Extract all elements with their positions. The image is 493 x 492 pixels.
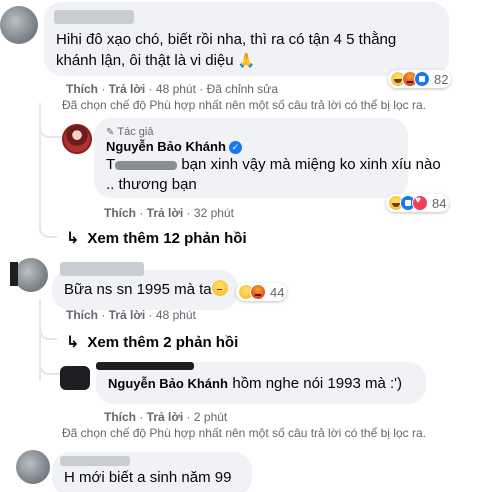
thread-connector (39, 325, 57, 340)
redacted-name (60, 262, 144, 276)
reaction-count: 82 (434, 71, 449, 87)
reply-arrow-icon: ↳ (66, 230, 80, 247)
reply-text-prefix: T (106, 156, 116, 173)
reply-text-line1: bạn xinh vậy mà miệng ko xinh xíu nào (181, 156, 441, 173)
timestamp[interactable]: 32 phút (194, 206, 234, 220)
verified-icon: ✓ (228, 141, 242, 154)
comment-text: H mới biết a sinh năm 99 (64, 469, 232, 486)
view-more-label: Xem thêm 12 phản hồi (87, 229, 247, 247)
comment-bubble: H mới biết a sinh năm 99 (52, 452, 252, 492)
thread-connector (39, 360, 61, 375)
timestamp[interactable]: 48 phút (156, 82, 196, 96)
author-avatar[interactable] (60, 366, 90, 390)
reply-bubble: ✎ Tác giả Nguyễn Bảo Khánh ✓ T bạn xinh v… (94, 118, 441, 198)
view-more-replies[interactable]: ↳ Xem thêm 2 phản hồi (66, 332, 238, 352)
redaction-bar (10, 262, 18, 286)
reply-bubble: Nguyễn Bảo Khánh hồm nghe nói 1993 mà :'… (96, 362, 426, 404)
timestamp[interactable]: 2 phút (194, 410, 227, 424)
reply-text: T bạn xinh vậy mà miệng ko xinh xíu nào … (106, 155, 441, 195)
reply-text: hồm nghe nói 1993 mà :') (232, 375, 402, 392)
author-avatar[interactable] (62, 124, 92, 154)
love-react-icon (412, 195, 428, 211)
view-more-label: Xem thêm 2 phản hồi (87, 333, 239, 351)
avatar[interactable] (16, 450, 50, 484)
thread-connector (39, 220, 57, 238)
author-name[interactable]: Nguyễn Bảo Khánh ✓ (106, 139, 396, 154)
timestamp[interactable]: 48 phút (156, 308, 196, 322)
comment-actions: Thích · Trả lời · 48 phút (66, 308, 196, 322)
filter-note: Đã chọn chế độ Phù hợp nhất nên một số c… (62, 426, 426, 440)
thread-connector (39, 120, 61, 138)
angry-react-icon (250, 284, 266, 300)
like-link[interactable]: Thích (104, 410, 136, 424)
reply-text-line2: .. thương bạn (106, 176, 197, 193)
avatar[interactable] (0, 6, 38, 44)
reply-arrow-icon: ↳ (66, 334, 80, 351)
like-link[interactable]: Thích (66, 82, 98, 96)
comment-actions: Thích · Trả lời · 48 phút · Đã chỉnh sửa (66, 82, 279, 96)
filter-note: Đã chọn chế độ Phù hợp nhất nên một số c… (62, 98, 426, 112)
comment-text: Bữa ns sn 1995 mà ta (64, 280, 228, 300)
thinking-emoji-icon (211, 280, 228, 296)
redacted-name (54, 10, 134, 24)
redaction-bar (96, 362, 194, 370)
reply-link[interactable]: Trả lời (109, 82, 146, 96)
comment-bubble: Bữa ns sn 1995 mà ta (52, 262, 238, 310)
pen-icon: ✎ (106, 126, 115, 138)
author-tag-label: Tác giả (117, 126, 154, 138)
comment-bubble: Hihi đô xạo chó, biết rồi nha, thì ra có… (44, 2, 449, 76)
pray-icon: 🙏 (237, 52, 256, 68)
reply-link[interactable]: Trả lời (147, 410, 184, 424)
like-react-icon (414, 71, 430, 87)
author-name[interactable]: Nguyễn Bảo Khánh (108, 376, 228, 391)
comment-text-body: Bữa ns sn 1995 mà ta (64, 281, 212, 298)
reaction-count: 44 (270, 284, 285, 300)
reply-link[interactable]: Trả lời (147, 206, 184, 220)
comment-text-line1: Hihi đô xạo chó, biết rồi nha, thì ra có… (56, 31, 397, 48)
scribbled-word (115, 160, 178, 170)
view-more-replies[interactable]: ↳ Xem thêm 12 phản hồi (66, 228, 247, 248)
reply-actions: Thích · Trả lời · 32 phút (104, 206, 234, 220)
reply-link[interactable]: Trả lời (109, 308, 146, 322)
like-link[interactable]: Thích (66, 308, 98, 322)
author-name-text: Nguyễn Bảo Khánh (106, 139, 226, 154)
reply-actions: Thích · Trả lời · 2 phút (104, 410, 228, 424)
reaction-summary[interactable]: 84 (386, 194, 450, 212)
redacted-name (60, 456, 130, 466)
comment-text-line2: khánh lận, ôi thật là vi diệu (56, 52, 234, 69)
edited-label: Đã chỉnh sửa (206, 82, 279, 96)
reaction-summary[interactable]: 82 (388, 70, 452, 88)
avatar[interactable] (14, 258, 48, 292)
reaction-summary[interactable]: 44 (236, 283, 288, 301)
reaction-count: 84 (432, 195, 447, 211)
author-badge: ✎ Tác giả (106, 126, 396, 138)
like-link[interactable]: Thích (104, 206, 136, 220)
comment-text: Hihi đô xạo chó, biết rồi nha, thì ra có… (56, 30, 396, 71)
